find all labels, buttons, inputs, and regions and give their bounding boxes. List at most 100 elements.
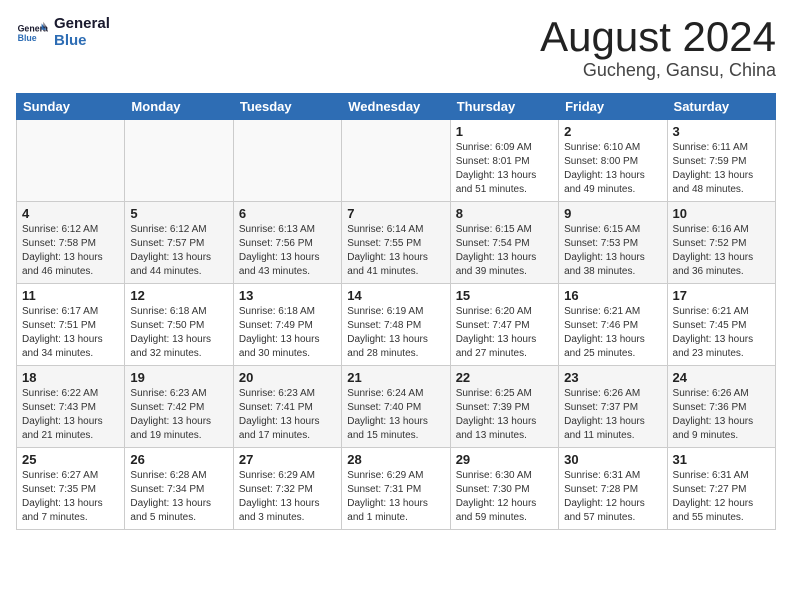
calendar-cell: 21 Sunrise: 6:24 AMSunset: 7:40 PMDayligh…	[342, 366, 450, 448]
calendar-cell: 18 Sunrise: 6:22 AMSunset: 7:43 PMDayligh…	[17, 366, 125, 448]
calendar-cell: 5Sunrise: 6:12 AMSunset: 7:57 PMDaylight…	[125, 202, 233, 284]
calendar-cell: 27 Sunrise: 6:29 AMSunset: 7:32 PMDayligh…	[233, 448, 341, 530]
day-info: Sunrise: 6:25 AMSunset: 7:39 PMDaylight:…	[456, 387, 553, 443]
calendar-week-5: 25Sunrise: 6:27 AMSunset: 7:35 PMDayligh…	[17, 448, 776, 530]
day-info: Sunrise: 6:24 AMSunset: 7:40 PMDaylight:…	[347, 387, 444, 443]
day-info: Sunrise: 6:18 AMSunset: 7:50 PMDaylight:…	[130, 305, 227, 361]
calendar-cell: 16Sunrise: 6:21 AMSunset: 7:46 PMDayligh…	[559, 284, 667, 366]
day-number: 9	[564, 206, 661, 221]
calendar-cell: 25Sunrise: 6:27 AMSunset: 7:35 PMDayligh…	[17, 448, 125, 530]
month-title: August 2024	[540, 16, 776, 58]
day-number: 19	[130, 370, 227, 385]
calendar-cell: 13 Sunrise: 6:18 AMSunset: 7:49 PMDayligh…	[233, 284, 341, 366]
day-number: 13	[239, 288, 336, 303]
day-number: 7	[347, 206, 444, 221]
day-info: Sunrise: 6:31 AMSunset: 7:28 PMDaylight:…	[564, 469, 661, 525]
day-info: Sunrise: 6:15 AMSunset: 7:54 PMDaylight:…	[456, 223, 553, 279]
day-info: Sunrise: 6:23 AMSunset: 7:42 PMDaylight:…	[130, 387, 227, 443]
day-info: Sunrise: 6:22 AMSunset: 7:43 PMDaylight:…	[22, 387, 119, 443]
day-number: 22	[456, 370, 553, 385]
calendar-cell: 23 Sunrise: 6:26 AMSunset: 7:37 PMDayligh…	[559, 366, 667, 448]
weekday-header-wednesday: Wednesday	[342, 94, 450, 120]
day-info: Sunrise: 6:16 AMSunset: 7:52 PMDaylight:…	[673, 223, 770, 279]
calendar-cell: 8Sunrise: 6:15 AMSunset: 7:54 PMDaylight…	[450, 202, 558, 284]
calendar-cell: 15Sunrise: 6:20 AMSunset: 7:47 PMDayligh…	[450, 284, 558, 366]
calendar-cell: 26Sunrise: 6:28 AMSunset: 7:34 PMDayligh…	[125, 448, 233, 530]
day-info: Sunrise: 6:12 AMSunset: 7:58 PMDaylight:…	[22, 223, 119, 279]
weekday-header-sunday: Sunday	[17, 94, 125, 120]
weekday-header-tuesday: Tuesday	[233, 94, 341, 120]
day-info: Sunrise: 6:30 AMSunset: 7:30 PMDaylight:…	[456, 469, 553, 525]
day-info: Sunrise: 6:12 AMSunset: 7:57 PMDaylight:…	[130, 223, 227, 279]
day-info: Sunrise: 6:29 AMSunset: 7:31 PMDaylight:…	[347, 469, 444, 525]
calendar-cell: 30 Sunrise: 6:31 AMSunset: 7:28 PMDayligh…	[559, 448, 667, 530]
logo-blue: Blue	[54, 33, 110, 50]
calendar-cell: 11 Sunrise: 6:17 AMSunset: 7:51 PMDayligh…	[17, 284, 125, 366]
calendar-week-3: 11 Sunrise: 6:17 AMSunset: 7:51 PMDayligh…	[17, 284, 776, 366]
day-info: Sunrise: 6:17 AMSunset: 7:51 PMDaylight:…	[22, 305, 119, 361]
calendar-cell: 7 Sunrise: 6:14 AMSunset: 7:55 PMDaylight…	[342, 202, 450, 284]
day-number: 11	[22, 288, 119, 303]
day-number: 30	[564, 452, 661, 467]
calendar-cell: 1 Sunrise: 6:09 AMSunset: 8:01 PMDaylight…	[450, 120, 558, 202]
day-info: Sunrise: 6:15 AMSunset: 7:53 PMDaylight:…	[564, 223, 661, 279]
calendar-week-4: 18 Sunrise: 6:22 AMSunset: 7:43 PMDayligh…	[17, 366, 776, 448]
day-number: 24	[673, 370, 770, 385]
day-info: Sunrise: 6:31 AMSunset: 7:27 PMDaylight:…	[673, 469, 770, 525]
day-number: 21	[347, 370, 444, 385]
header: General Blue General Blue August 2024 Gu…	[16, 16, 776, 81]
svg-text:Blue: Blue	[18, 33, 37, 43]
day-number: 17	[673, 288, 770, 303]
day-number: 3	[673, 124, 770, 139]
calendar-cell: 2Sunrise: 6:10 AMSunset: 8:00 PMDaylight…	[559, 120, 667, 202]
day-number: 14	[347, 288, 444, 303]
day-number: 28	[347, 452, 444, 467]
calendar-cell: 24 Sunrise: 6:26 AMSunset: 7:36 PMDayligh…	[667, 366, 775, 448]
calendar-cell: 17 Sunrise: 6:21 AMSunset: 7:45 PMDayligh…	[667, 284, 775, 366]
day-number: 1	[456, 124, 553, 139]
day-number: 25	[22, 452, 119, 467]
day-info: Sunrise: 6:11 AMSunset: 7:59 PMDaylight:…	[673, 141, 770, 197]
day-info: Sunrise: 6:19 AMSunset: 7:48 PMDaylight:…	[347, 305, 444, 361]
weekday-header-saturday: Saturday	[667, 94, 775, 120]
logo-icon: General Blue	[16, 17, 48, 49]
day-info: Sunrise: 6:14 AMSunset: 7:55 PMDaylight:…	[347, 223, 444, 279]
day-info: Sunrise: 6:21 AMSunset: 7:45 PMDaylight:…	[673, 305, 770, 361]
calendar-week-1: 1 Sunrise: 6:09 AMSunset: 8:01 PMDaylight…	[17, 120, 776, 202]
day-info: Sunrise: 6:18 AMSunset: 7:49 PMDaylight:…	[239, 305, 336, 361]
calendar-cell	[233, 120, 341, 202]
day-info: Sunrise: 6:21 AMSunset: 7:46 PMDaylight:…	[564, 305, 661, 361]
calendar-cell	[17, 120, 125, 202]
day-number: 20	[239, 370, 336, 385]
day-number: 4	[22, 206, 119, 221]
day-number: 23	[564, 370, 661, 385]
day-number: 27	[239, 452, 336, 467]
day-info: Sunrise: 6:13 AMSunset: 7:56 PMDaylight:…	[239, 223, 336, 279]
logo-general: General	[54, 16, 110, 33]
calendar: SundayMondayTuesdayWednesdayThursdayFrid…	[16, 93, 776, 530]
calendar-week-2: 4 Sunrise: 6:12 AMSunset: 7:58 PMDaylight…	[17, 202, 776, 284]
day-number: 18	[22, 370, 119, 385]
calendar-cell: 19 Sunrise: 6:23 AMSunset: 7:42 PMDayligh…	[125, 366, 233, 448]
day-number: 6	[239, 206, 336, 221]
calendar-cell: 14 Sunrise: 6:19 AMSunset: 7:48 PMDayligh…	[342, 284, 450, 366]
calendar-cell: 6 Sunrise: 6:13 AMSunset: 7:56 PMDaylight…	[233, 202, 341, 284]
calendar-cell: 29 Sunrise: 6:30 AMSunset: 7:30 PMDayligh…	[450, 448, 558, 530]
day-number: 2	[564, 124, 661, 139]
day-info: Sunrise: 6:26 AMSunset: 7:37 PMDaylight:…	[564, 387, 661, 443]
day-number: 15	[456, 288, 553, 303]
logo: General Blue General Blue	[16, 16, 110, 49]
day-number: 26	[130, 452, 227, 467]
weekday-header-friday: Friday	[559, 94, 667, 120]
day-info: Sunrise: 6:09 AMSunset: 8:01 PMDaylight:…	[456, 141, 553, 197]
calendar-cell: 9 Sunrise: 6:15 AMSunset: 7:53 PMDaylight…	[559, 202, 667, 284]
calendar-cell: 31 Sunrise: 6:31 AMSunset: 7:27 PMDayligh…	[667, 448, 775, 530]
day-number: 29	[456, 452, 553, 467]
day-number: 31	[673, 452, 770, 467]
day-info: Sunrise: 6:23 AMSunset: 7:41 PMDaylight:…	[239, 387, 336, 443]
calendar-cell: 20 Sunrise: 6:23 AMSunset: 7:41 PMDayligh…	[233, 366, 341, 448]
day-info: Sunrise: 6:29 AMSunset: 7:32 PMDaylight:…	[239, 469, 336, 525]
calendar-cell	[125, 120, 233, 202]
day-number: 10	[673, 206, 770, 221]
day-info: Sunrise: 6:26 AMSunset: 7:36 PMDaylight:…	[673, 387, 770, 443]
